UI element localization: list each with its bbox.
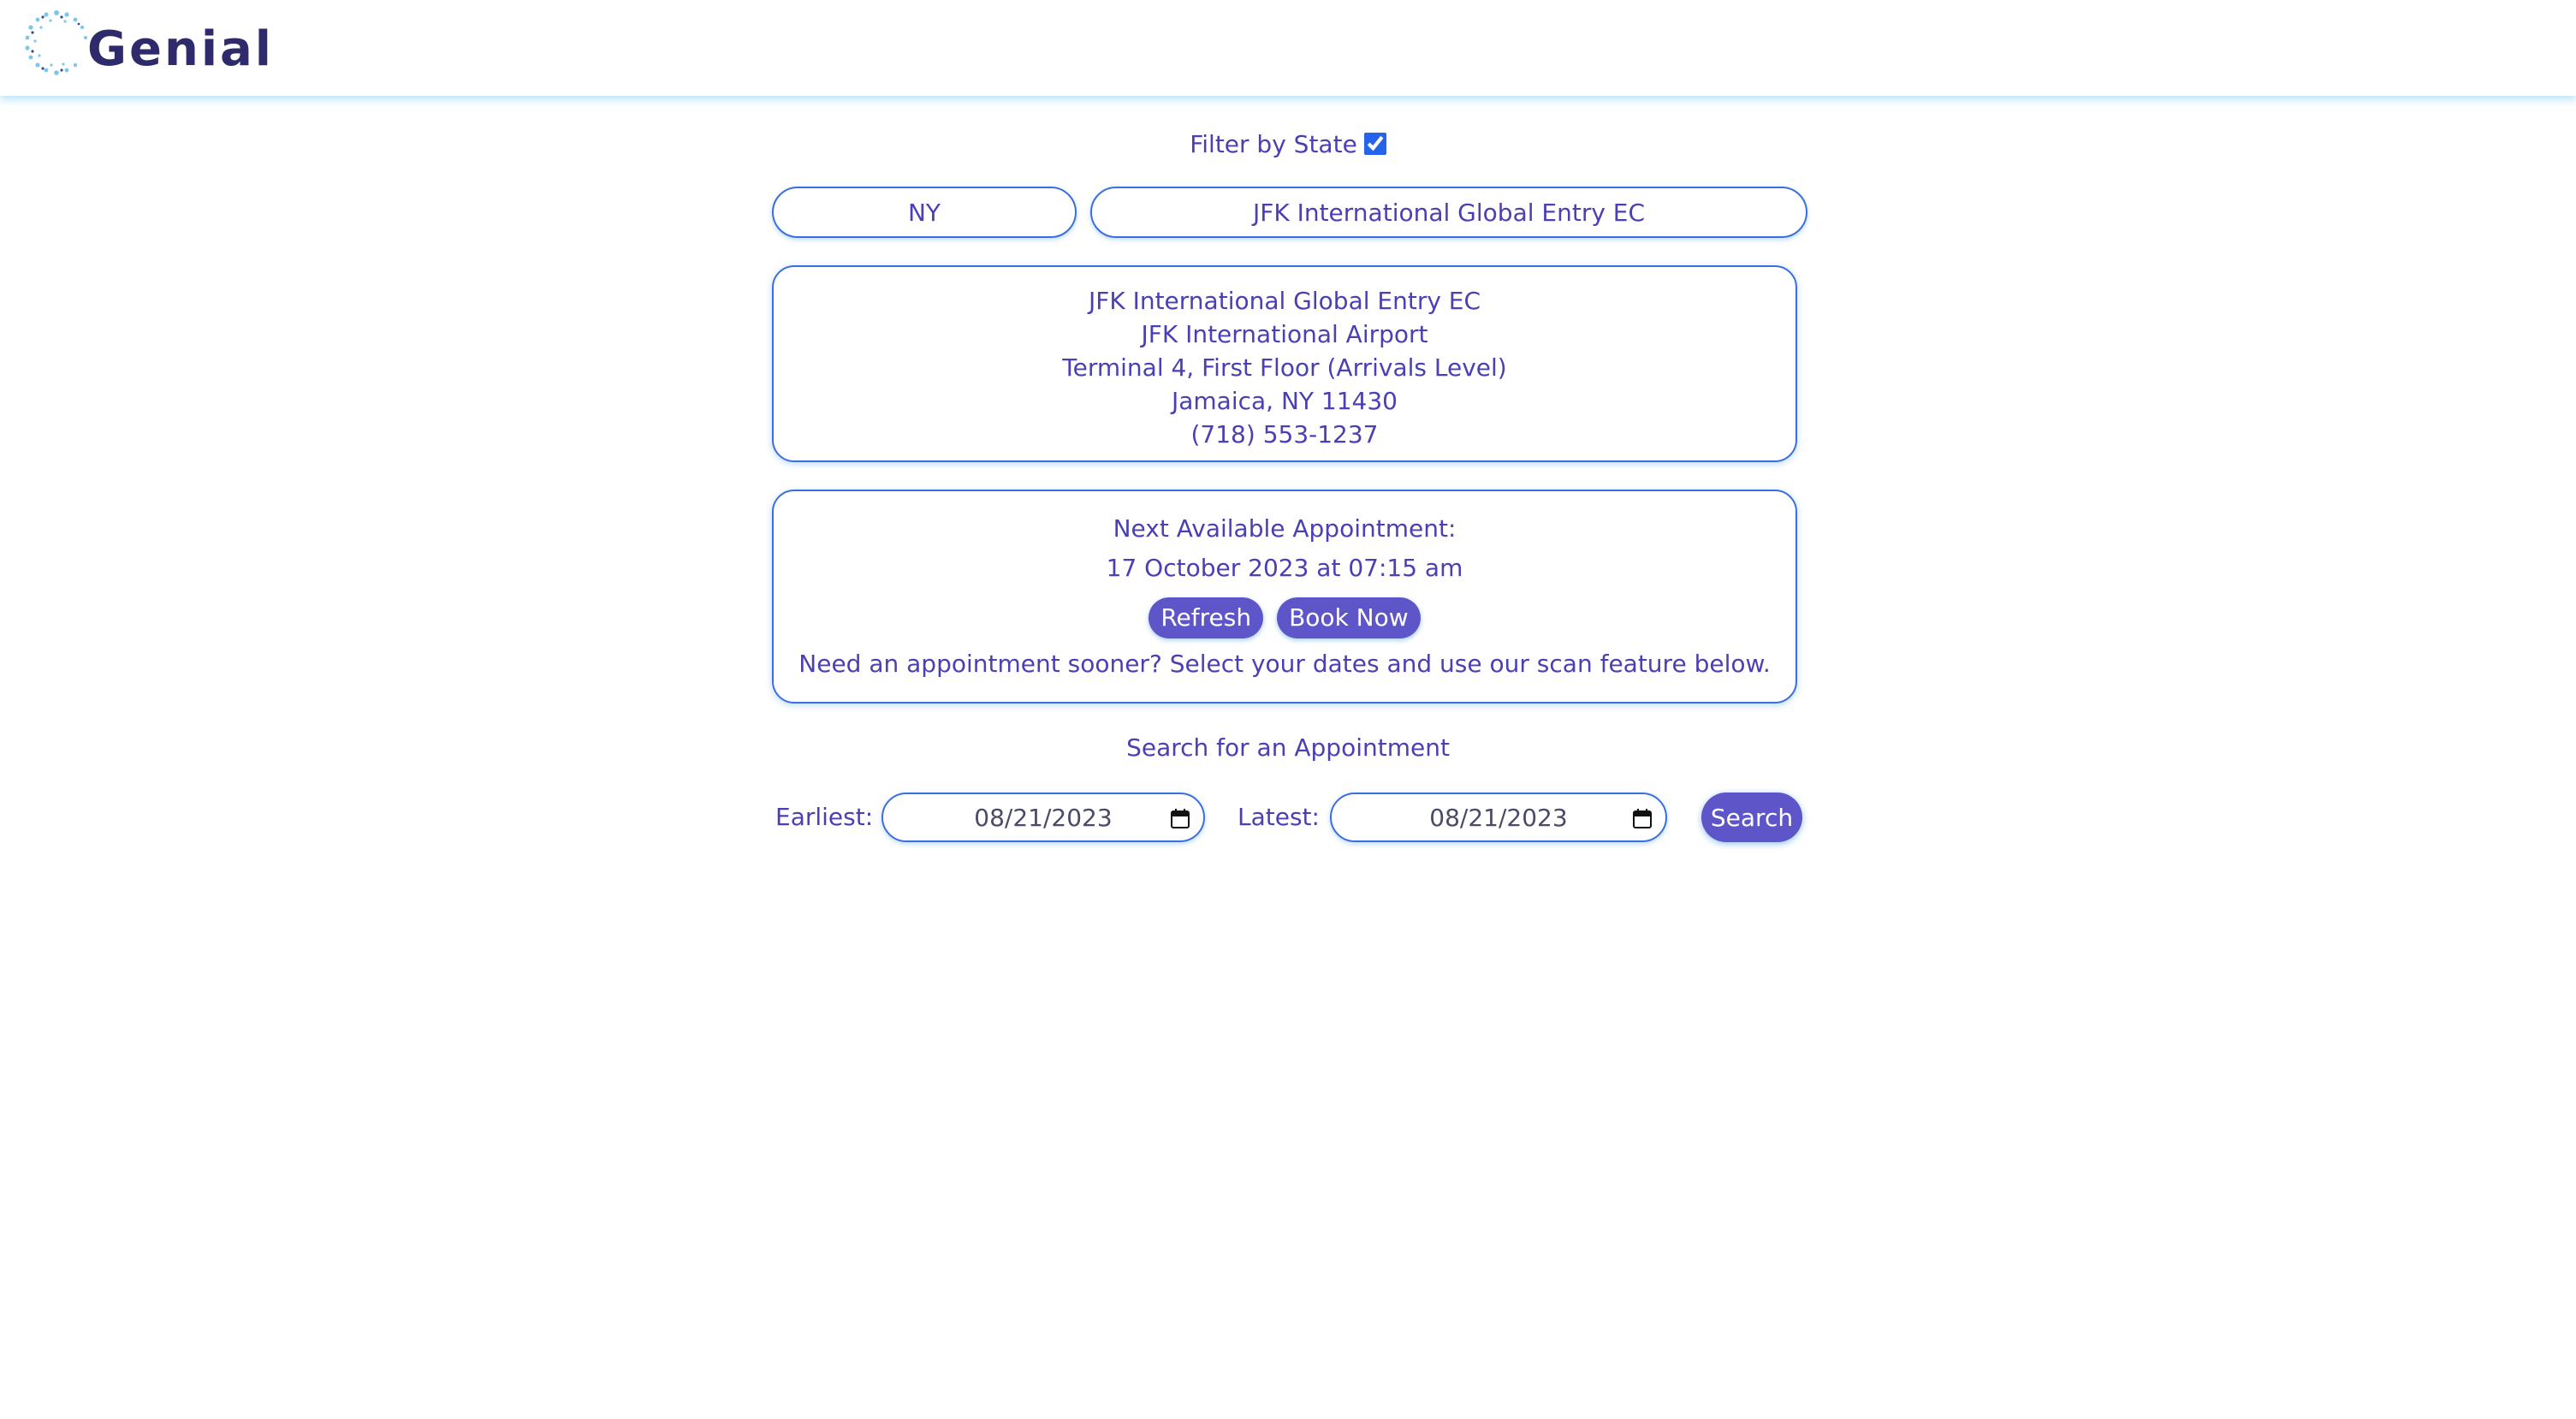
app-logo-text[interactable]: Genial: [87, 15, 274, 84]
filter-by-state-label: Filter by State: [1190, 129, 1357, 158]
appointment-actions: Refresh Book Now: [774, 597, 1795, 640]
location-phone: (718) 553-1237: [1190, 420, 1379, 448]
location-city: Jamaica, NY 11430: [1171, 387, 1398, 415]
calendar-icon[interactable]: [1171, 808, 1190, 828]
state-select-value: NY: [907, 198, 941, 227]
earliest-date-input[interactable]: 08/21/2023: [881, 793, 1205, 842]
location-airport: JFK International Airport: [1141, 320, 1428, 348]
enrollment-center-select[interactable]: JFK International Global Entry EC: [1090, 187, 1807, 238]
location-name: JFK International Global Entry EC: [1088, 287, 1481, 315]
appointment-note: Need an appointment sooner? Select your …: [798, 650, 1771, 678]
latest-label: Latest:: [1238, 803, 1320, 831]
search-button[interactable]: Search: [1701, 793, 1802, 842]
dotted-circle-logo-icon: [25, 10, 87, 75]
earliest-date-value: 08/21/2023: [974, 803, 1113, 832]
next-appointment-title: Next Available Appointment:: [1113, 514, 1457, 543]
top-header: Genial: [0, 0, 2576, 96]
calendar-icon[interactable]: [1633, 808, 1652, 828]
enrollment-center-select-value: JFK International Global Entry EC: [1252, 198, 1646, 227]
refresh-button[interactable]: Refresh: [1149, 597, 1264, 638]
state-select[interactable]: NY: [772, 187, 1077, 238]
latest-date-input[interactable]: 08/21/2023: [1330, 793, 1667, 842]
book-now-button[interactable]: Book Now: [1277, 597, 1421, 638]
location-terminal: Terminal 4, First Floor (Arrivals Level): [1062, 353, 1507, 382]
latest-date-value: 08/21/2023: [1429, 803, 1568, 832]
earliest-label: Earliest:: [775, 803, 874, 831]
next-appointment-date: 17 October 2023 at 07:15 am: [1106, 554, 1463, 582]
filter-by-state-checkbox[interactable]: [1363, 133, 1386, 155]
next-appointment-card: Next Available Appointment: 17 October 2…: [772, 490, 1797, 704]
search-section-title: Search for an Appointment: [1126, 733, 1450, 762]
location-details-card: JFK International Global Entry EC JFK In…: [772, 265, 1797, 462]
filter-by-state-row: Filter by State: [0, 125, 2576, 163]
